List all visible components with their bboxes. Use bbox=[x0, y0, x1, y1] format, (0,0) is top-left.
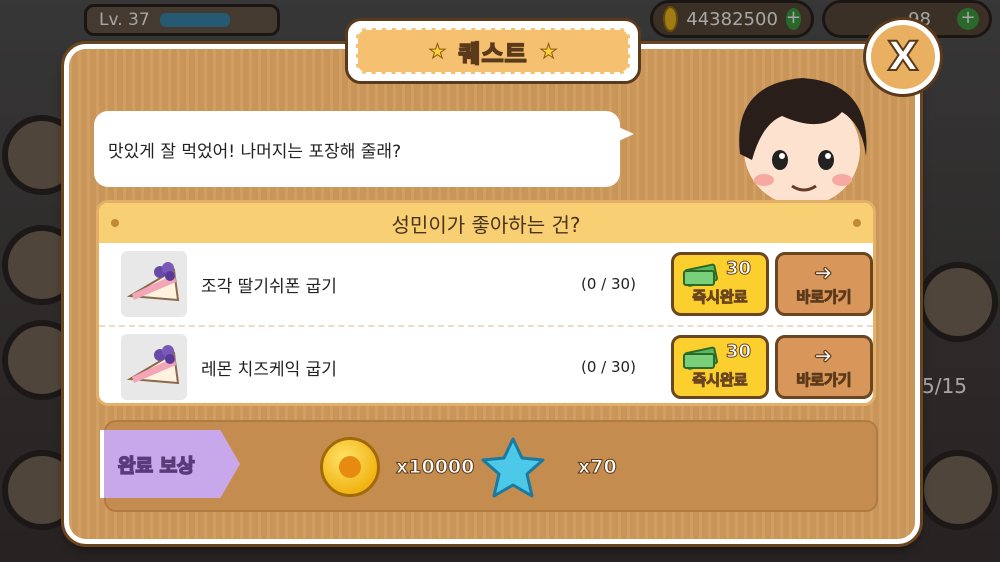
quest-header-text: 성민이가 좋아하는 건? bbox=[391, 212, 581, 237]
dialog-title: 퀘스트 bbox=[458, 39, 528, 69]
quest-name: 레몬 치즈케익 굽기 bbox=[201, 359, 337, 380]
reward-label: 완료 보상 bbox=[117, 454, 195, 478]
quest-name: 조각 딸기쉬폰 굽기 bbox=[201, 276, 337, 297]
quest-progress: (0 / 30) bbox=[581, 358, 636, 376]
quest-progress: (0 / 30) bbox=[581, 275, 636, 293]
go-to-button[interactable]: ➜ 바로가기 bbox=[775, 252, 873, 316]
arrow-right-icon: ➜ bbox=[813, 260, 833, 286]
speech-bubble-tail bbox=[612, 124, 634, 144]
cash-icon bbox=[683, 263, 718, 287]
close-icon: X bbox=[887, 33, 920, 81]
instant-complete-button[interactable]: 30 즉시완료 bbox=[671, 252, 769, 316]
instant-cost: 30 bbox=[725, 341, 752, 363]
go-to-button[interactable]: ➜ 바로가기 bbox=[775, 335, 873, 399]
header-dot bbox=[853, 219, 861, 227]
arrow-right-icon: ➜ bbox=[813, 343, 833, 369]
header-dot bbox=[111, 219, 119, 227]
quest-row: 레몬 치즈케익 굽기 (0 / 30) 30 즉시완료 ➜ 바로가기 bbox=[99, 325, 873, 403]
star-icon: ★ bbox=[428, 39, 447, 64]
instant-complete-label: 즉시완료 bbox=[692, 288, 748, 307]
go-to-label: 바로가기 bbox=[796, 288, 852, 307]
gold-coin-icon bbox=[320, 437, 380, 497]
quest-row: 조각 딸기쉬폰 굽기 (0 / 30) 30 즉시완료 ➜ 바로가기 bbox=[99, 243, 873, 325]
speech-text: 맛있게 잘 먹었어! 나머지는 포장해 줄래? bbox=[108, 141, 402, 162]
speech-bubble: 맛있게 잘 먹었어! 나머지는 포장해 줄래? bbox=[94, 111, 620, 187]
reward-ribbon: 완료 보상 bbox=[100, 430, 240, 498]
star-icon: ★ bbox=[539, 39, 558, 64]
coin-reward-amount: x10000 bbox=[395, 456, 475, 479]
star-reward-amount: x70 bbox=[578, 456, 618, 479]
quest-panel: 성민이가 좋아하는 건? 조각 딸기쉬폰 굽기 (0 / 30) 30 즉시완료… bbox=[96, 200, 876, 406]
instant-complete-label: 즉시완료 bbox=[692, 371, 748, 390]
dialog-title-plate: ★ 퀘스트 ★ bbox=[345, 18, 641, 84]
go-to-label: 바로가기 bbox=[796, 371, 852, 390]
cake-slice-icon bbox=[121, 334, 187, 400]
cake-slice-icon bbox=[121, 251, 187, 317]
instant-complete-button[interactable]: 30 즉시완료 bbox=[671, 335, 769, 399]
cash-icon bbox=[683, 346, 718, 370]
star-icon bbox=[481, 437, 545, 498]
character-portrait bbox=[739, 78, 867, 206]
quest-header: 성민이가 좋아하는 건? bbox=[99, 203, 873, 243]
instant-cost: 30 bbox=[725, 258, 752, 280]
